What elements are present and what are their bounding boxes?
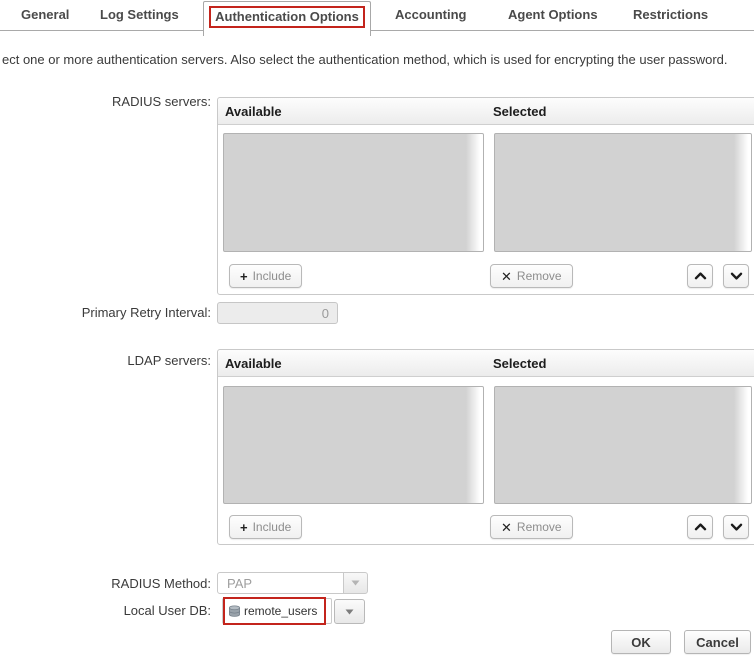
- database-icon: [228, 605, 241, 618]
- highlight-authentication-options-tab: Authentication Options: [209, 6, 365, 28]
- ldap-move-up-button[interactable]: [687, 515, 713, 539]
- tab-log-settings[interactable]: Log Settings: [100, 0, 179, 30]
- tab-authentication-options[interactable]: Authentication Options: [203, 1, 371, 36]
- radius-selected-listbox[interactable]: [494, 133, 752, 252]
- ldap-panel-header: Available Selected: [218, 350, 754, 377]
- radius-method-select[interactable]: PAP: [217, 572, 368, 594]
- tab-authentication-options-label: Authentication Options: [215, 9, 359, 24]
- ldap-servers-label: LDAP servers:: [0, 353, 211, 368]
- ldap-selected-listbox[interactable]: [494, 386, 752, 504]
- plus-icon: +: [240, 521, 248, 534]
- plus-icon: +: [240, 270, 248, 283]
- authentication-options-page: General Log Settings Authentication Opti…: [0, 0, 754, 657]
- primary-retry-interval-input[interactable]: [217, 302, 338, 324]
- radius-include-button[interactable]: + Include: [229, 264, 302, 288]
- tab-general[interactable]: General: [21, 0, 69, 30]
- remove-button-label: Remove: [517, 520, 562, 534]
- include-button-label: Include: [253, 269, 292, 283]
- chevron-up-icon: [694, 523, 707, 531]
- tab-bar: General Log Settings Authentication Opti…: [0, 0, 754, 31]
- include-button-label: Include: [253, 520, 292, 534]
- remove-button-label: Remove: [517, 269, 562, 283]
- radius-available-header: Available: [225, 98, 282, 125]
- local-user-db-value: remote_users: [244, 604, 317, 618]
- radius-selected-header: Selected: [493, 98, 546, 125]
- primary-retry-interval-label: Primary Retry Interval:: [0, 305, 211, 320]
- chevron-down-icon: [351, 580, 360, 586]
- radius-panel-header: Available Selected: [218, 98, 754, 125]
- radius-servers-label: RADIUS servers:: [0, 94, 211, 109]
- x-icon: ✕: [501, 521, 512, 534]
- ldap-move-down-button[interactable]: [723, 515, 749, 539]
- tab-accounting[interactable]: Accounting: [395, 0, 467, 30]
- chevron-up-icon: [694, 272, 707, 280]
- ok-button[interactable]: OK: [611, 630, 671, 654]
- radius-available-listbox[interactable]: [223, 133, 484, 252]
- cancel-button[interactable]: Cancel: [684, 630, 751, 654]
- chevron-down-icon: [730, 523, 743, 531]
- radius-remove-button[interactable]: ✕ Remove: [490, 264, 573, 288]
- radius-servers-panel: Available Selected + Include ✕ Remove: [217, 97, 754, 295]
- local-user-db-dropdown-button[interactable]: [334, 599, 365, 624]
- local-user-db-label: Local User DB:: [0, 603, 211, 618]
- chevron-down-icon: [730, 272, 743, 280]
- x-icon: ✕: [501, 270, 512, 283]
- radius-move-up-button[interactable]: [687, 264, 713, 288]
- radius-method-value: PAP: [217, 572, 344, 594]
- ldap-remove-button[interactable]: ✕ Remove: [490, 515, 573, 539]
- ldap-servers-panel: Available Selected + Include ✕ Remove: [217, 349, 754, 545]
- ldap-available-header: Available: [225, 350, 282, 377]
- radius-move-down-button[interactable]: [723, 264, 749, 288]
- ldap-include-button[interactable]: + Include: [229, 515, 302, 539]
- radius-method-label: RADIUS Method:: [0, 576, 211, 591]
- ldap-available-listbox[interactable]: [223, 386, 484, 504]
- tab-agent-options[interactable]: Agent Options: [508, 0, 598, 30]
- local-user-db-select[interactable]: remote_users: [222, 598, 332, 624]
- ldap-selected-header: Selected: [493, 350, 546, 377]
- description-text: ect one or more authentication servers. …: [2, 52, 728, 67]
- radius-method-dropdown-button[interactable]: [343, 572, 368, 594]
- chevron-down-icon: [345, 609, 354, 615]
- tab-restrictions[interactable]: Restrictions: [633, 0, 708, 30]
